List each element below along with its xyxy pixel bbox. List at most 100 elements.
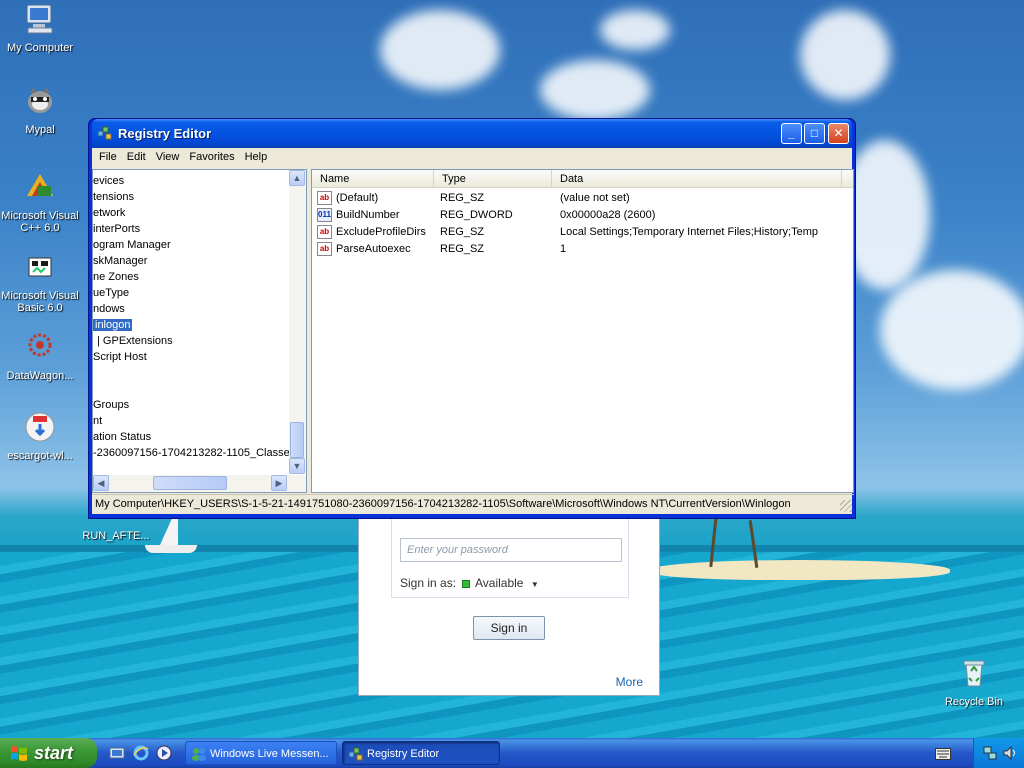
desktop-icon-label: Recycle Bin [944, 696, 1004, 708]
tree-node[interactable]: -2360097156-1704213282-1105_Classe [93, 445, 290, 461]
cell-name: ExcludeProfileDirs [336, 226, 426, 238]
tree-node[interactable] [93, 365, 289, 381]
more-link[interactable]: More [616, 675, 643, 689]
values-list-pane[interactable]: Name Type Data ab (Default) REG_SZ (value n… [311, 169, 854, 493]
tree-node-label: skManager [93, 255, 148, 267]
keyboard-icon[interactable] [935, 748, 951, 760]
status-available-icon [462, 580, 470, 588]
menu-help[interactable]: Help [240, 150, 273, 164]
show-desktop-icon[interactable] [109, 745, 125, 761]
tree-node[interactable]: tensions [93, 189, 289, 205]
desktop-icon-mypal[interactable]: Mypal [0, 84, 80, 136]
tree-node[interactable]: nt [93, 413, 289, 429]
scroll-thumb[interactable] [153, 476, 227, 490]
start-button[interactable]: start [0, 738, 97, 768]
desktop-icon-datawagon[interactable]: DataWagon... [0, 330, 80, 382]
maximize-icon: □ [810, 126, 819, 140]
sign-in-button[interactable]: Sign in [473, 616, 545, 640]
table-row[interactable]: 011 BuildNumber REG_DWORD 0x00000a28 (2600) [312, 207, 853, 224]
desktop-icon-label: Microsoft Visual Basic 6.0 [1, 290, 79, 314]
network-icon[interactable] [982, 745, 998, 761]
status-selector[interactable]: Available ▼ [462, 576, 539, 590]
desktop-icon-visual-basic[interactable]: Microsoft Visual Basic 6.0 [0, 250, 80, 314]
tree-node[interactable]: Groups [93, 397, 289, 413]
tree-node[interactable] [93, 381, 289, 397]
tree-node[interactable]: | GPExtensions [93, 333, 289, 349]
tree-node-label: inlogon [93, 319, 133, 331]
tree-node[interactable]: skManager [93, 253, 289, 269]
raccoon-browser-icon [23, 84, 57, 118]
escargot-installer-icon [25, 412, 55, 442]
desktop-icon-escargot[interactable]: escargot-wl... [0, 410, 80, 462]
table-row[interactable]: ab (Default) REG_SZ (value not set) [312, 190, 853, 207]
desktop-icon-recycle-bin[interactable]: Recycle Bin [934, 656, 1014, 708]
cloud [880, 270, 1024, 390]
ab-string-icon: ab [317, 225, 332, 239]
tree-node[interactable]: etwork [93, 205, 289, 221]
maximize-button[interactable]: □ [804, 123, 825, 144]
cloud [600, 10, 670, 50]
ab-string-icon: ab [317, 242, 332, 256]
tree-node[interactable]: ation Status [93, 429, 289, 445]
minimize-button[interactable]: _ [781, 123, 802, 144]
window-title: Registry Editor [118, 126, 212, 141]
status-bar: My Computer\HKEY_USERS\S-1-5-21-14917510… [92, 494, 854, 514]
tree-node-label: Groups [93, 399, 130, 411]
title-bar[interactable]: Registry Editor _ □ ✕ [92, 119, 852, 148]
status-label: Available [475, 576, 524, 590]
column-header-type[interactable]: Type [434, 170, 552, 188]
regedit-icon [348, 747, 363, 761]
scroll-down-button[interactable]: ▼ [289, 458, 305, 474]
scroll-right-button[interactable]: ▶ [271, 475, 287, 491]
tree-node[interactable]: interPorts [93, 221, 289, 237]
taskbar-button-registry-editor[interactable]: Registry Editor [342, 741, 500, 765]
tree-node[interactable]: inlogon [93, 317, 289, 333]
windows-flag-icon [11, 746, 27, 761]
panes: evices tensions etwork interPorts ogram Mana… [92, 169, 854, 493]
recycle-bin-icon [963, 660, 985, 687]
scroll-thumb[interactable] [290, 422, 304, 458]
menu-edit[interactable]: Edit [122, 150, 151, 164]
tree-node[interactable]: ogram Manager [93, 237, 289, 253]
desktop-icon-my-computer[interactable]: My Computer [0, 2, 80, 54]
system-tray [973, 738, 1024, 768]
task-label: Registry Editor [367, 748, 440, 760]
tree-node[interactable]: evices [93, 173, 289, 189]
tree-node[interactable]: Script Host [93, 349, 289, 365]
resize-grip[interactable] [840, 500, 852, 512]
tree-node[interactable]: ndows [93, 301, 289, 317]
table-row[interactable]: ab ParseAutoexec REG_SZ 1 [312, 241, 853, 258]
table-row[interactable]: ab ExcludeProfileDirs REG_SZ Local Settings… [312, 224, 853, 241]
tree-node-label: ation Status [93, 431, 152, 443]
cell-type: REG_DWORD [440, 209, 513, 221]
scroll-left-button[interactable]: ◀ [93, 475, 109, 491]
tree-node[interactable]: ueType [93, 285, 289, 301]
menu-view[interactable]: View [151, 150, 185, 164]
close-button[interactable]: ✕ [828, 123, 849, 144]
scroll-up-button[interactable]: ▲ [289, 170, 305, 186]
tree-node[interactable]: ne Zones [93, 269, 289, 285]
password-field[interactable]: Enter your password [400, 538, 622, 562]
cell-data: 0x00000a28 (2600) [560, 209, 656, 221]
media-player-icon[interactable] [156, 745, 172, 761]
desktop-icon-run-after[interactable]: RUN_AFTE... [76, 530, 156, 542]
internet-explorer-icon[interactable] [133, 745, 149, 761]
desktop-icon-label: Microsoft Visual C++ 6.0 [1, 210, 79, 234]
tree-horizontal-scrollbar[interactable]: ◀ ▶ [93, 475, 306, 492]
tree-vertical-scrollbar[interactable]: ▲ ▼ [289, 170, 306, 474]
messenger-icon [192, 748, 206, 761]
volume-icon[interactable] [1002, 745, 1018, 761]
registry-editor-window: Registry Editor _ □ ✕ File Edit View Favori… [88, 118, 856, 519]
cell-type: REG_SZ [440, 243, 485, 255]
tree-node-label: Script Host [93, 351, 147, 363]
messenger-window: Enter your password Sign in as: Availabl… [358, 505, 660, 696]
menu-file[interactable]: File [94, 150, 122, 164]
menu-favorites[interactable]: Favorites [184, 150, 239, 164]
key-tree-pane[interactable]: evices tensions etwork interPorts ogram Mana… [92, 169, 307, 493]
column-header-data[interactable]: Data [552, 170, 842, 188]
taskbar-button-messenger[interactable]: Windows Live Messen... [185, 741, 337, 765]
cell-data: 1 [560, 243, 567, 255]
cloud [800, 10, 890, 100]
desktop-icon-visual-cpp[interactable]: Microsoft Visual C++ 6.0 [0, 170, 80, 234]
column-header-name[interactable]: Name [312, 170, 434, 188]
